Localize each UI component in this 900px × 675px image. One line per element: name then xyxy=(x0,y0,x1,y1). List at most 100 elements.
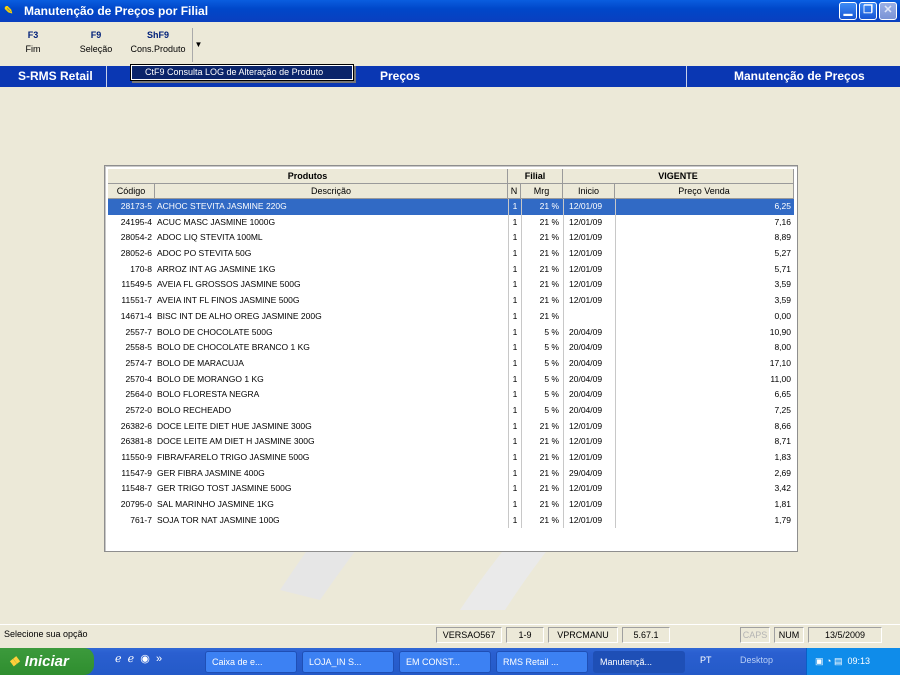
cell-preco-venda: 3,42 xyxy=(615,481,794,498)
table-row[interactable]: 20795-0 SAL MARINHO JASMINE 1KG 1 21 % 12/01… xyxy=(108,497,794,513)
cell-descricao: ACUC MASC JASMINE 1000G xyxy=(157,216,276,227)
cell-n: 1 xyxy=(508,355,521,372)
table-row[interactable]: 28173-5 ACHOC STEVITA JASMINE 220G 1 21 % 12… xyxy=(108,199,794,215)
col-header-preco-venda[interactable]: Preço Venda xyxy=(615,184,794,199)
menu-item-consulta-log[interactable]: CtF9 Consulta LOG de Alteração de Produt… xyxy=(132,66,352,79)
cell-inicio: 12/01/09 xyxy=(563,434,615,450)
cell-codigo: 11549-5 xyxy=(121,279,152,290)
products-table-panel: Produtos Filial VIGENTE Código Descrição… xyxy=(104,165,798,552)
selecao-button[interactable]: F9 Seleção xyxy=(72,30,120,54)
cell-inicio: 12/01/09 xyxy=(563,277,615,294)
table-row[interactable]: 11547-9 GER FIBRA JASMINE 400G 1 21 % 29/04/… xyxy=(108,465,794,482)
status-program: VPRCMANU xyxy=(548,627,618,643)
clock: 09:13 xyxy=(847,656,870,666)
col-header-inicio[interactable]: Inicio xyxy=(563,184,615,199)
table-body: 28173-5 ACHOC STEVITA JASMINE 220G 1 21 % 12… xyxy=(108,199,794,529)
cell-codigo: 2564-0 xyxy=(125,389,152,400)
cell-n: 1 xyxy=(508,261,521,278)
cell-inicio: 12/01/09 xyxy=(563,261,615,278)
cell-mrg: 5 % xyxy=(521,355,563,372)
language-indicator[interactable]: PT xyxy=(700,655,712,665)
tray-icons[interactable]: ▣ ◔ ▤ xyxy=(815,656,842,666)
table-row[interactable]: 28054-2 ADOC LIQ STEVITA 100ML 1 21 % 12/01/… xyxy=(108,230,794,247)
cell-preco-venda: 8,00 xyxy=(615,340,794,356)
cell-descricao: BISC INT DE ALHO OREG JASMINE 200G xyxy=(157,310,322,321)
table-row[interactable]: 11549-5 AVEIA FL GROSSOS JASMINE 500G 1 21 … xyxy=(108,277,794,294)
table-row[interactable]: 11551-7 AVEIA INT FL FINOS JASMINE 500G 1 2… xyxy=(108,293,794,309)
task-caixa[interactable]: Caixa de e... xyxy=(205,651,297,673)
cell-mrg: 21 % xyxy=(521,230,563,247)
cell-inicio: 20/04/09 xyxy=(563,371,615,388)
col-header-mrg[interactable]: Mrg xyxy=(521,184,563,199)
cell-codigo: 26382-6 xyxy=(120,420,152,431)
cell-n: 1 xyxy=(508,371,521,388)
table-row[interactable]: 26381-8 DOCE LEITE AM DIET H JASMINE 300G… xyxy=(108,434,794,450)
cell-n: 1 xyxy=(508,324,521,341)
products-grid: Produtos Filial VIGENTE Código Descrição… xyxy=(108,169,794,529)
overflow-chevron-icon[interactable]: » xyxy=(156,653,162,665)
table-row[interactable]: 170-8 ARROZ INT AG JASMINE 1KG 1 21 % 12/01/… xyxy=(108,261,794,278)
table-row[interactable]: 2574-7 BOLO DE MARACUJA 1 5 % 20/04/09 17,10 xyxy=(108,355,794,372)
cell-descricao: ACHOC STEVITA JASMINE 220G xyxy=(155,199,508,215)
col-header-descricao[interactable]: Descrição xyxy=(155,184,508,199)
windows-flag-icon: ❖ xyxy=(8,653,20,669)
restore-button[interactable]: ❐ xyxy=(859,2,877,20)
cell-inicio xyxy=(563,308,615,325)
close-button[interactable]: ✕ xyxy=(879,2,897,20)
start-button[interactable]: ❖ Iniciar xyxy=(0,648,94,675)
cell-codigo: 26381-8 xyxy=(120,436,152,447)
task-manutencao[interactable]: Manutençã... xyxy=(593,651,685,673)
table-row[interactable]: 28052-6 ADOC PO STEVITA 50G 1 21 % 12/01/09 5… xyxy=(108,246,794,262)
task-em-const[interactable]: EM CONST... xyxy=(399,651,491,673)
table-row[interactable]: 761-7 SOJA TOR NAT JASMINE 100G 1 21 % 12/01… xyxy=(108,512,794,529)
cell-mrg: 5 % xyxy=(521,371,563,388)
cell-inicio: 12/01/09 xyxy=(563,418,615,435)
cell-inicio: 20/04/09 xyxy=(563,355,615,372)
table-row[interactable]: 2564-0 BOLO FLORESTA NEGRA 1 5 % 20/04/09 6,6… xyxy=(108,387,794,403)
cell-codigo: 2574-7 xyxy=(125,357,152,368)
cell-codigo: 761-7 xyxy=(130,514,152,525)
group-header-produtos: Produtos xyxy=(108,169,508,184)
cell-codigo: 11548-7 xyxy=(121,483,152,494)
table-row[interactable]: 2557-7 BOLO DE CHOCOLATE 500G 1 5 % 20/04/09… xyxy=(108,324,794,341)
col-header-codigo[interactable]: Código xyxy=(108,184,155,199)
cell-preco-venda: 6,65 xyxy=(615,387,794,403)
media-icon[interactable]: ◉ xyxy=(140,653,150,665)
system-tray: ▣ ◔ ▤ 09:13 xyxy=(806,648,900,675)
ie-icon[interactable]: ℯ xyxy=(115,653,122,665)
cell-mrg: 21 % xyxy=(521,261,563,278)
cell-preco-venda: 7,25 xyxy=(615,402,794,419)
cell-descricao: SOJA TOR NAT JASMINE 100G xyxy=(157,514,280,525)
table-row[interactable]: 14671-4 BISC INT DE ALHO OREG JASMINE 200… xyxy=(108,308,794,325)
section-title: Preços xyxy=(380,69,421,83)
cell-mrg: 21 % xyxy=(521,418,563,435)
cell-mrg: 5 % xyxy=(521,324,563,341)
table-row[interactable]: 2570-4 BOLO DE MORANGO 1 KG 1 5 % 20/04/09 11… xyxy=(108,371,794,388)
cell-inicio: 20/04/09 xyxy=(563,387,615,403)
cell-mrg: 21 % xyxy=(521,277,563,294)
window-title: Manutenção de Preços por Filial xyxy=(24,4,209,18)
col-header-n[interactable]: N xyxy=(508,184,521,199)
desktop-toolbar[interactable]: Desktop xyxy=(740,655,773,665)
table-row[interactable]: 2558-5 BOLO DE CHOCOLATE BRANCO 1 KG 1 5 % 2… xyxy=(108,340,794,356)
cell-preco-venda: 7,16 xyxy=(615,214,794,231)
cell-codigo: 28052-6 xyxy=(120,248,152,259)
cell-descricao: SAL MARINHO JASMINE 1KG xyxy=(157,499,274,510)
cons-produto-button[interactable]: ShF9 Cons.Produto xyxy=(126,30,190,54)
cell-codigo: 11547-9 xyxy=(121,467,152,478)
cell-descricao: ADOC LIQ STEVITA 100ML xyxy=(157,232,263,243)
chevron-down-icon[interactable]: ▼ xyxy=(192,28,204,62)
table-row[interactable]: 11548-7 GER TRIGO TOST JASMINE 500G 1 21 % 1… xyxy=(108,481,794,498)
table-row[interactable]: 24195-4 ACUC MASC JASMINE 1000G 1 21 % 12/01… xyxy=(108,214,794,231)
table-row[interactable]: 26382-6 DOCE LEITE DIET HUE JASMINE 300G 1… xyxy=(108,418,794,435)
task-rms-retail[interactable]: RMS Retail ... xyxy=(496,651,588,673)
table-row[interactable]: 11550-9 FIBRA/FARELO TRIGO JASMINE 500G 1 2… xyxy=(108,450,794,466)
cell-descricao: ADOC PO STEVITA 50G xyxy=(157,248,252,259)
minimize-button[interactable]: ▁ xyxy=(839,2,857,20)
cell-n: 1 xyxy=(508,246,521,262)
cell-codigo: 14671-4 xyxy=(120,310,152,321)
task-loja[interactable]: LOJA_IN S... xyxy=(302,651,394,673)
ie-icon-2[interactable]: ℯ xyxy=(128,653,135,665)
fim-button[interactable]: F3 Fim xyxy=(14,30,52,54)
table-row[interactable]: 2572-0 BOLO RECHEADO 1 5 % 20/04/09 7,25 xyxy=(108,402,794,419)
